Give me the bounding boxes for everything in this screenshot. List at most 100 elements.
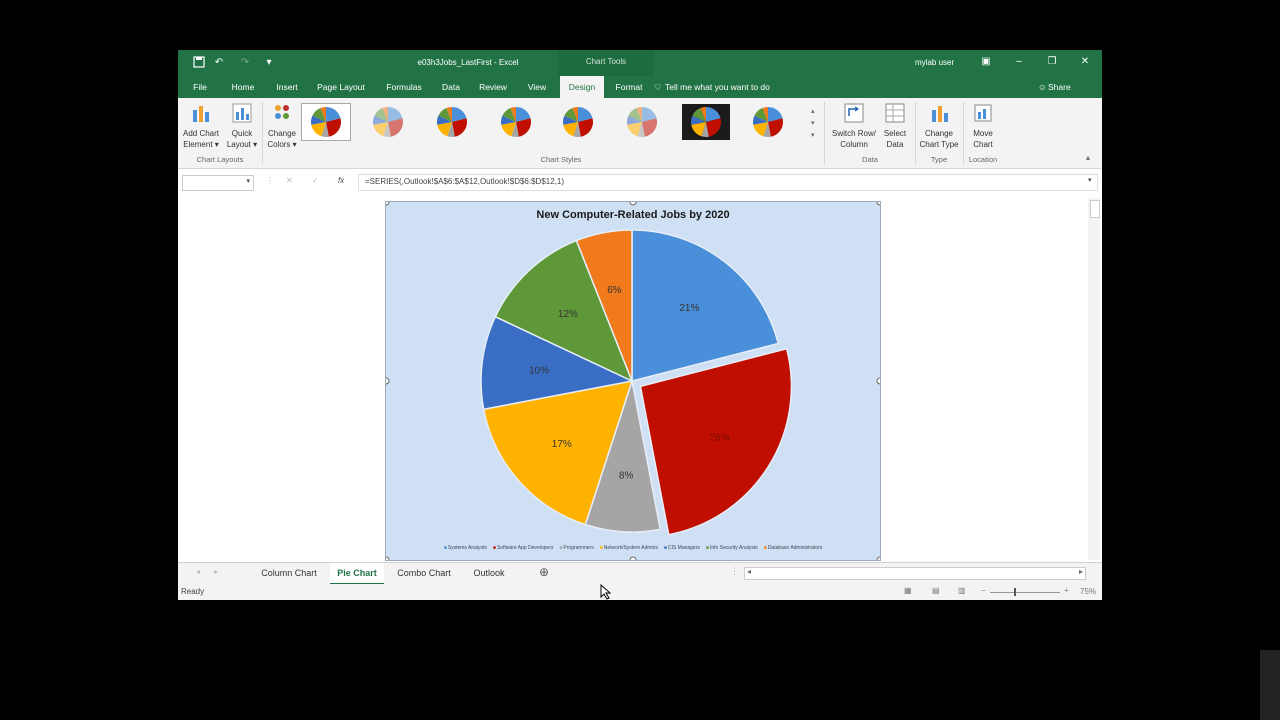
zoom-level[interactable]: 75%	[1080, 587, 1096, 596]
selection-handle[interactable]	[386, 377, 390, 385]
group-data: Data	[862, 155, 878, 164]
data-label[interactable]: 8%	[619, 470, 634, 481]
status-ready: Ready	[181, 587, 205, 596]
page-layout-view-icon[interactable]: ▤	[932, 586, 940, 595]
data-label[interactable]: 17%	[552, 439, 572, 450]
sheet-tab-outlook[interactable]: Outlook	[464, 563, 514, 583]
user-name[interactable]: mylab user	[915, 58, 954, 67]
change-colors-icon	[271, 102, 293, 124]
legend-label: CIS Managers	[667, 545, 700, 551]
redo-icon[interactable]: ↷	[238, 56, 252, 70]
tab-design[interactable]: Design	[560, 76, 604, 98]
chart-style-8[interactable]	[744, 104, 792, 140]
collapse-ribbon-icon[interactable]: ▴	[1086, 153, 1090, 162]
group-chart-layouts: Chart Layouts	[196, 155, 244, 164]
legend-item[interactable]: ■CIS Managers	[664, 545, 700, 551]
switch-row-column-label-2: Column	[840, 140, 868, 149]
quick-layout-icon	[231, 102, 253, 124]
tab-format[interactable]: Format	[610, 76, 648, 98]
close-icon[interactable]: ✕	[1077, 55, 1093, 69]
selection-handle[interactable]	[876, 202, 880, 206]
move-chart-label-1: Move	[973, 129, 993, 138]
scroll-left-icon[interactable]: ◂	[747, 567, 751, 576]
tab-view[interactable]: View	[522, 76, 552, 98]
data-label[interactable]: 10%	[529, 365, 549, 376]
sheet-tab-column-chart[interactable]: Column Chart	[252, 563, 326, 583]
sheet-tab-pie-chart[interactable]: Pie Chart	[330, 563, 384, 585]
tab-formulas[interactable]: Formulas	[382, 76, 426, 98]
normal-view-icon[interactable]: ▦	[904, 586, 912, 595]
chart-style-4[interactable]	[492, 104, 540, 140]
data-label[interactable]: 21%	[679, 303, 699, 314]
ribbon-display-icon[interactable]: ▣	[978, 55, 994, 69]
tab-split-handle[interactable]: ⋮	[730, 566, 739, 577]
tab-data[interactable]: Data	[438, 76, 464, 98]
switch-row-column-button[interactable]: Switch Row/ Column	[828, 102, 880, 150]
data-label[interactable]: 26%	[709, 433, 729, 444]
legend-item[interactable]: ■Software App Developers	[493, 545, 553, 551]
legend-item[interactable]: ■Network/System Admins	[600, 545, 658, 551]
chart-style-6[interactable]	[618, 104, 666, 140]
move-chart-button[interactable]: Move Chart	[966, 102, 1000, 150]
change-chart-type-button[interactable]: Change Chart Type	[918, 102, 960, 150]
horizontal-scrollbar[interactable]: ◂ ▸	[744, 567, 1086, 580]
zoom-slider-thumb[interactable]	[1014, 588, 1016, 596]
selection-handle[interactable]	[629, 556, 637, 560]
name-box[interactable]: ▾	[182, 175, 254, 191]
sheet-tab-combo-chart[interactable]: Combo Chart	[388, 563, 460, 583]
tab-page-layout[interactable]: Page Layout	[314, 76, 368, 98]
sheet-nav-right-icon[interactable]: ▸	[214, 567, 218, 576]
pie-chart[interactable]: New Computer-Related Jobs by 2020 21% 26%…	[385, 201, 881, 561]
restore-icon[interactable]: ❐	[1044, 55, 1060, 69]
scroll-right-icon[interactable]: ▸	[1079, 567, 1083, 576]
zoom-in-icon[interactable]: +	[1064, 586, 1069, 595]
data-label[interactable]: 6%	[607, 285, 622, 296]
selection-handle[interactable]	[386, 556, 390, 560]
add-chart-element-button[interactable]: Add Chart Element ▾	[181, 102, 221, 150]
legend-item[interactable]: ■Programmers	[559, 545, 593, 551]
legend-label: Systems Analysts	[447, 545, 487, 551]
legend-item[interactable]: ■Database Administrators	[764, 545, 823, 551]
tab-insert[interactable]: Insert	[272, 76, 302, 98]
chart-style-5[interactable]	[554, 104, 602, 140]
cancel-icon[interactable]: ✕	[286, 176, 293, 185]
undo-icon[interactable]: ↶	[212, 56, 226, 70]
zoom-out-icon[interactable]: −	[981, 586, 986, 595]
gallery-scroll[interactable]: ▴ ▾ ▾	[811, 106, 819, 146]
selection-handle[interactable]	[629, 202, 637, 206]
ribbon: Add Chart Element ▾ Quick Layout ▾ Chart…	[178, 98, 1102, 169]
chart-style-2[interactable]	[364, 104, 412, 140]
chart-style-3[interactable]	[428, 104, 476, 140]
chart-legend[interactable]: ■Systems Analysts ■Software App Developer…	[386, 545, 880, 551]
customize-qat-icon[interactable]: ▾	[262, 56, 276, 70]
chart-style-1[interactable]	[301, 103, 351, 141]
chart-style-7[interactable]	[682, 104, 730, 140]
tab-review[interactable]: Review	[476, 76, 510, 98]
zoom-slider[interactable]	[990, 592, 1060, 593]
change-colors-button[interactable]: Change Colors ▾	[264, 102, 300, 150]
enter-icon[interactable]: ✓	[312, 176, 319, 185]
selection-handle[interactable]	[876, 556, 880, 560]
tell-me-search[interactable]: Tell me what you want to do	[665, 76, 770, 98]
selection-handle[interactable]	[876, 377, 880, 385]
minimize-icon[interactable]: –	[1011, 55, 1027, 69]
select-data-button[interactable]: Select Data	[880, 102, 910, 150]
legend-item[interactable]: ■Info Security Analysts	[706, 545, 758, 551]
sheet-tabs-bar: ◂ ▸ Column Chart Pie Chart Combo Chart O…	[178, 562, 1102, 585]
page-break-view-icon[interactable]: ▥	[958, 586, 966, 595]
legend-item[interactable]: ■Systems Analysts	[444, 545, 487, 551]
tab-home[interactable]: Home	[228, 76, 258, 98]
vertical-scrollbar[interactable]	[1088, 198, 1100, 560]
data-label[interactable]: 12%	[558, 309, 578, 320]
new-sheet-icon[interactable]: ⊕	[539, 565, 549, 579]
insert-function-icon[interactable]: fx	[338, 176, 344, 185]
selection-handle[interactable]	[386, 202, 390, 206]
save-icon[interactable]	[192, 56, 206, 70]
quick-layout-button[interactable]: Quick Layout ▾	[226, 102, 258, 150]
expand-formula-bar-icon[interactable]: ▾	[1088, 176, 1092, 184]
tab-file[interactable]: File	[188, 76, 212, 98]
sheet-nav-left-icon[interactable]: ◂	[196, 567, 200, 576]
ribbon-separator	[262, 102, 263, 164]
share-button[interactable]: Share	[1048, 76, 1071, 98]
scroll-thumb[interactable]	[1090, 200, 1100, 218]
